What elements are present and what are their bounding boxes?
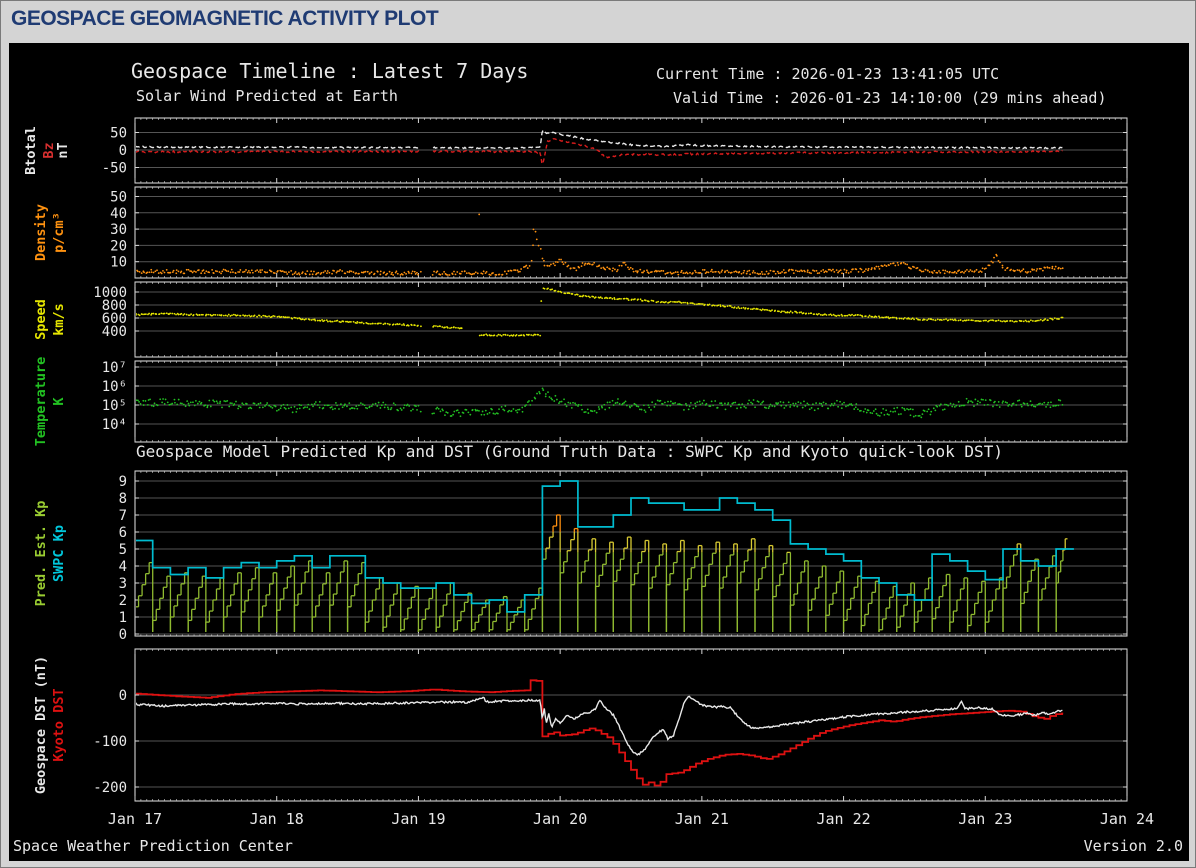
- axis-label: nT: [55, 142, 71, 158]
- panel-imf: 500-50Btotal BznT: [23, 117, 1128, 184]
- axis-label: SWPC Kp: [51, 525, 67, 582]
- series-speed: [136, 287, 1064, 337]
- panel-density: 5040302010 Density p/cm³: [33, 186, 1128, 279]
- panel-temperature: 10⁷ 10⁶ 10⁵ 10⁴ Temperature K: [33, 357, 1128, 446]
- y-tick-label: 10: [110, 255, 127, 271]
- axis-label: K: [51, 397, 67, 406]
- geospace-plot-panel: Geospace Timeline : Latest 7 Days Curren…: [9, 43, 1189, 861]
- geospace-chart: 500-50Btotal BznT5040302010Density p/cm³10…: [23, 117, 1154, 828]
- y-tick-label: 40: [110, 206, 127, 222]
- x-tick-label: Jan 19: [391, 810, 445, 828]
- axis-label: Btotal: [23, 126, 39, 175]
- series-density: [136, 213, 1064, 276]
- series-temperature: [136, 387, 1064, 419]
- axis-label: Kyoto DST: [51, 688, 67, 761]
- axis-label: p/cm³: [51, 212, 67, 253]
- y-tick-label: 0: [119, 688, 127, 704]
- y-tick-label: 2: [119, 593, 127, 609]
- x-tick-label: Jan 21: [675, 810, 729, 828]
- y-tick-label: 6: [119, 525, 127, 541]
- y-tick-label: 20: [110, 238, 127, 254]
- x-tick-label: Jan 23: [958, 810, 1012, 828]
- series-kyoto-dst: [136, 679, 1064, 787]
- y-tick-label: 50: [110, 126, 127, 142]
- series-geospace-dst: [136, 695, 1063, 756]
- panel-dst: 0 -100 -200 Geospace DST (nT) Kyoto DST: [33, 648, 1128, 802]
- panel-kp: 9876543210 Pred. Est. Kp SWPC Kp: [33, 470, 1128, 643]
- axis-label: Temperature: [33, 357, 49, 446]
- series-kp: [136, 480, 1074, 632]
- y-tick-label: 4: [119, 559, 127, 575]
- y-tick-label: 10⁶: [102, 379, 127, 395]
- y-tick-label: -200: [93, 780, 127, 796]
- page-title: GEOSPACE GEOMAGNETIC ACTIVITY PLOT: [11, 7, 439, 30]
- y-tick-label: -50: [102, 161, 127, 177]
- x-tick-label: Jan 24: [1100, 810, 1154, 828]
- y-tick-label: 50: [110, 190, 127, 206]
- y-tick-label: 400: [102, 324, 127, 340]
- x-tick-label: Jan 18: [250, 810, 304, 828]
- geospace-activity-page: GEOSPACE GEOMAGNETIC ACTIVITY PLOT Geosp…: [0, 0, 1196, 868]
- y-tick-label: 0: [119, 627, 127, 643]
- x-tick-label: Jan 20: [533, 810, 587, 828]
- y-tick-label: -100: [93, 734, 127, 750]
- x-tick-label: Jan 22: [816, 810, 870, 828]
- panel-speed: 1000800600400Speed km/s: [33, 281, 1128, 358]
- y-tick-label: 7: [119, 508, 127, 524]
- y-tick-label: 3: [119, 576, 127, 592]
- series-bz: [136, 138, 1063, 166]
- y-tick-label: 1: [119, 610, 127, 626]
- axis-label: Density: [33, 204, 49, 261]
- axis-label: km/s: [51, 303, 67, 336]
- x-axis-labels: Jan 17 Jan 18 Jan 19 Jan 20 Jan 21 Jan 22 Jan …: [108, 810, 1154, 828]
- x-tick-label: Jan 17: [108, 810, 162, 828]
- y-tick-label: 30: [110, 222, 127, 238]
- axis-label: Pred. Est. Kp: [33, 501, 49, 607]
- y-tick-label: 10⁷: [102, 360, 127, 376]
- y-tick-label: 10⁴: [102, 417, 127, 433]
- axis-label: Speed: [33, 299, 49, 340]
- y-tick-label: 8: [119, 491, 127, 507]
- y-tick-label: 9: [119, 474, 127, 490]
- axis-label: Geospace DST (nT): [33, 656, 49, 794]
- y-tick-label: 10⁵: [102, 398, 127, 414]
- y-tick-label: 5: [119, 542, 127, 558]
- y-tick-label: 0: [119, 143, 127, 159]
